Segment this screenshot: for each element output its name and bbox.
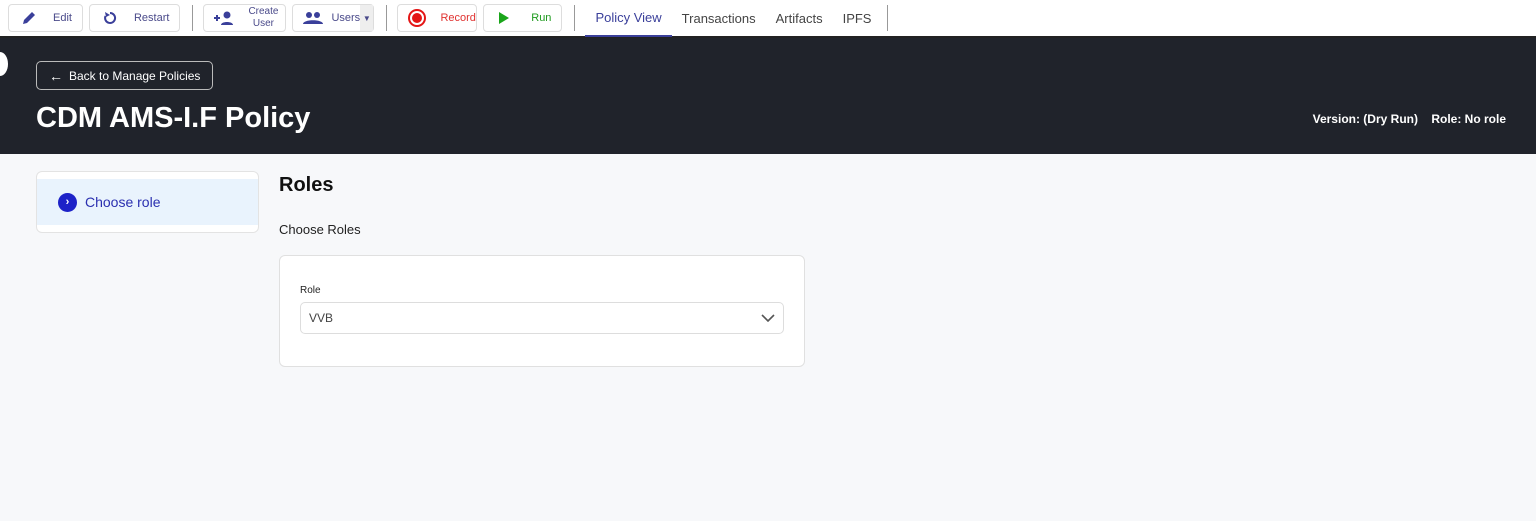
section-subtitle: Choose Roles	[279, 222, 361, 237]
back-button[interactable]: ← Back to Manage Policies	[36, 61, 214, 90]
role-card: Role VVB	[279, 255, 805, 367]
record-button[interactable]: Record	[397, 4, 478, 32]
tab-artifacts[interactable]: Artifacts	[766, 0, 833, 37]
chevron-right-icon: ›	[58, 192, 77, 212]
steps-sidebar: › Choose role	[36, 171, 259, 233]
restart-icon	[100, 10, 120, 26]
sidebar-item-label: Choose role	[85, 194, 161, 210]
role-select[interactable]: VVB	[300, 302, 784, 334]
play-icon	[494, 12, 513, 24]
pencil-icon	[19, 10, 39, 26]
chevron-down-icon	[761, 311, 775, 325]
run-button[interactable]: Run	[483, 4, 563, 32]
caret-down-icon[interactable]: ▼	[360, 5, 374, 31]
divider	[574, 5, 576, 31]
create-user-button[interactable]: Create User	[203, 4, 287, 32]
edit-button[interactable]: Edit	[8, 4, 83, 32]
arrow-left-icon: ←	[49, 67, 63, 84]
users-icon	[303, 11, 324, 25]
restart-button[interactable]: Restart	[88, 4, 181, 32]
create-user-label: Create User	[248, 6, 279, 29]
divider	[386, 5, 388, 31]
divider	[192, 5, 194, 31]
restart-label: Restart	[133, 12, 170, 24]
tab-transactions[interactable]: Transactions	[672, 0, 766, 37]
section-title: Roles	[279, 174, 334, 196]
toolbar: Edit Restart Create User Users ▼ Record R…	[0, 0, 1536, 38]
back-label: Back to Manage Policies	[69, 68, 201, 83]
side-handle[interactable]	[0, 52, 8, 76]
divider	[887, 5, 889, 31]
add-user-icon	[214, 11, 234, 25]
record-icon	[408, 9, 427, 27]
sidebar-item-choose-role[interactable]: › Choose role	[37, 179, 258, 225]
users-label: Users	[331, 12, 361, 24]
version-text: Version: (Dry Run)	[1312, 112, 1418, 126]
tab-policy-view[interactable]: Policy View	[585, 0, 672, 37]
users-dropdown[interactable]: Users ▼	[292, 4, 375, 32]
edit-label: Edit	[53, 12, 72, 24]
page-title: CDM AMS-I.F Policy	[36, 102, 311, 134]
tab-ipfs[interactable]: IPFS	[833, 0, 882, 37]
role-label: Role	[300, 285, 321, 296]
role-text: Role: No role	[1431, 112, 1506, 126]
run-label: Run	[531, 12, 552, 24]
role-value: VVB	[309, 311, 334, 325]
policy-header: ← Back to Manage Policies CDM AMS-I.F Pol…	[0, 38, 1536, 154]
record-label: Record	[440, 12, 476, 24]
policy-meta: Version: (Dry Run) Role: No role	[1313, 112, 1506, 126]
